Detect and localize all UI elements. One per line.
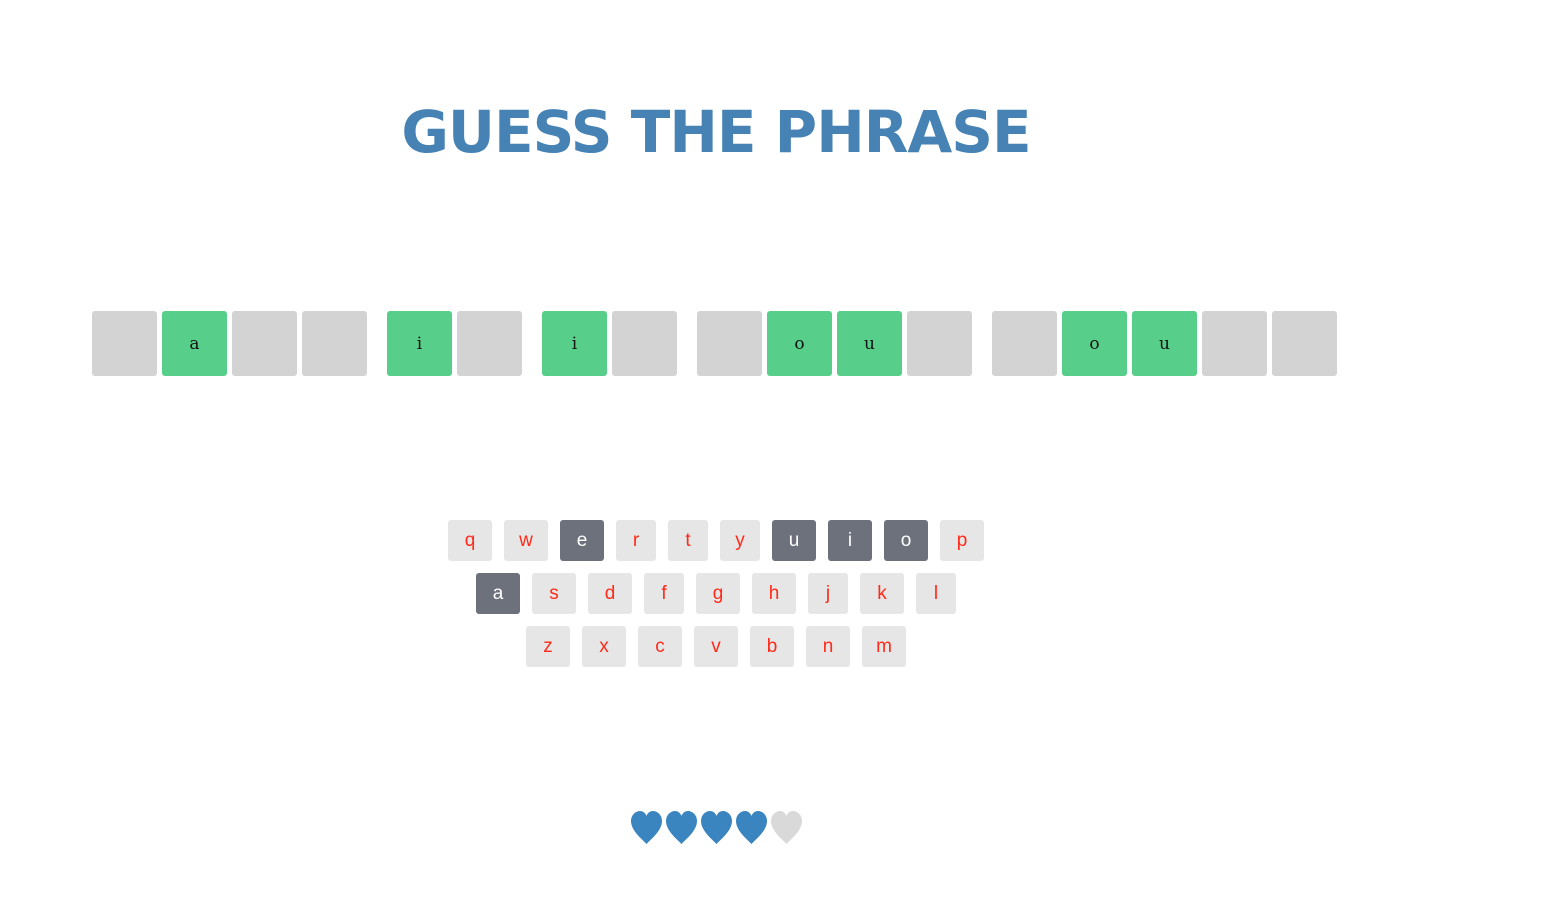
key-b[interactable]: b bbox=[750, 626, 794, 667]
letter-tile-revealed: a bbox=[162, 311, 227, 376]
phrase-word: ou bbox=[992, 311, 1337, 376]
key-d[interactable]: d bbox=[588, 573, 632, 614]
heart-icon bbox=[629, 808, 664, 848]
key-o[interactable]: o bbox=[884, 520, 928, 561]
phrase-board: aiiouou bbox=[92, 311, 1337, 376]
keyboard-row: qwertyuiop bbox=[0, 520, 1432, 561]
phrase-word: ou bbox=[697, 311, 972, 376]
heart-icon bbox=[699, 808, 734, 848]
page-title: GUESS THE PHRASE bbox=[401, 98, 1031, 166]
heart-empty-icon bbox=[769, 808, 804, 848]
key-q[interactable]: q bbox=[448, 520, 492, 561]
key-n[interactable]: n bbox=[806, 626, 850, 667]
letter-tile-hidden bbox=[697, 311, 762, 376]
key-g[interactable]: g bbox=[696, 573, 740, 614]
keyboard-row: asdfghjkl bbox=[0, 573, 1432, 614]
on-screen-keyboard: qwertyuiop asdfghjkl zxcvbnm bbox=[0, 520, 1432, 679]
heart-icon bbox=[664, 808, 699, 848]
letter-tile-revealed: u bbox=[837, 311, 902, 376]
letter-tile-revealed: i bbox=[542, 311, 607, 376]
letter-tile-hidden bbox=[457, 311, 522, 376]
lives-indicator bbox=[0, 808, 1432, 848]
key-c[interactable]: c bbox=[638, 626, 682, 667]
key-v[interactable]: v bbox=[694, 626, 738, 667]
key-x[interactable]: x bbox=[582, 626, 626, 667]
heart-icon bbox=[734, 808, 769, 848]
key-s[interactable]: s bbox=[532, 573, 576, 614]
phrase-word: i bbox=[387, 311, 522, 376]
letter-tile-hidden bbox=[907, 311, 972, 376]
letter-tile-hidden bbox=[1272, 311, 1337, 376]
letter-tile-hidden bbox=[612, 311, 677, 376]
key-h[interactable]: h bbox=[752, 573, 796, 614]
key-r[interactable]: r bbox=[616, 520, 656, 561]
letter-tile-hidden bbox=[232, 311, 297, 376]
letter-tile-hidden bbox=[1202, 311, 1267, 376]
key-u[interactable]: u bbox=[772, 520, 816, 561]
game-container: GUESS THE PHRASE aiiouou qwertyuiopasdfg… bbox=[0, 0, 1544, 915]
key-t[interactable]: t bbox=[668, 520, 708, 561]
phrase-word: a bbox=[92, 311, 367, 376]
key-f[interactable]: f bbox=[644, 573, 684, 614]
phrase-word: i bbox=[542, 311, 677, 376]
letter-tile-revealed: i bbox=[387, 311, 452, 376]
keyboard-row: zxcvbnm bbox=[0, 626, 1432, 667]
letter-tile-hidden bbox=[92, 311, 157, 376]
letter-tile-revealed: o bbox=[767, 311, 832, 376]
key-e[interactable]: e bbox=[560, 520, 604, 561]
key-j[interactable]: j bbox=[808, 573, 848, 614]
letter-tile-hidden bbox=[302, 311, 367, 376]
key-k[interactable]: k bbox=[860, 573, 904, 614]
key-z[interactable]: z bbox=[526, 626, 570, 667]
key-l[interactable]: l bbox=[916, 573, 956, 614]
key-a[interactable]: a bbox=[476, 573, 520, 614]
key-y[interactable]: y bbox=[720, 520, 760, 561]
key-i[interactable]: i bbox=[828, 520, 872, 561]
letter-tile-revealed: o bbox=[1062, 311, 1127, 376]
key-m[interactable]: m bbox=[862, 626, 906, 667]
key-w[interactable]: w bbox=[504, 520, 548, 561]
letter-tile-hidden bbox=[992, 311, 1057, 376]
letter-tile-revealed: u bbox=[1132, 311, 1197, 376]
key-p[interactable]: p bbox=[940, 520, 984, 561]
